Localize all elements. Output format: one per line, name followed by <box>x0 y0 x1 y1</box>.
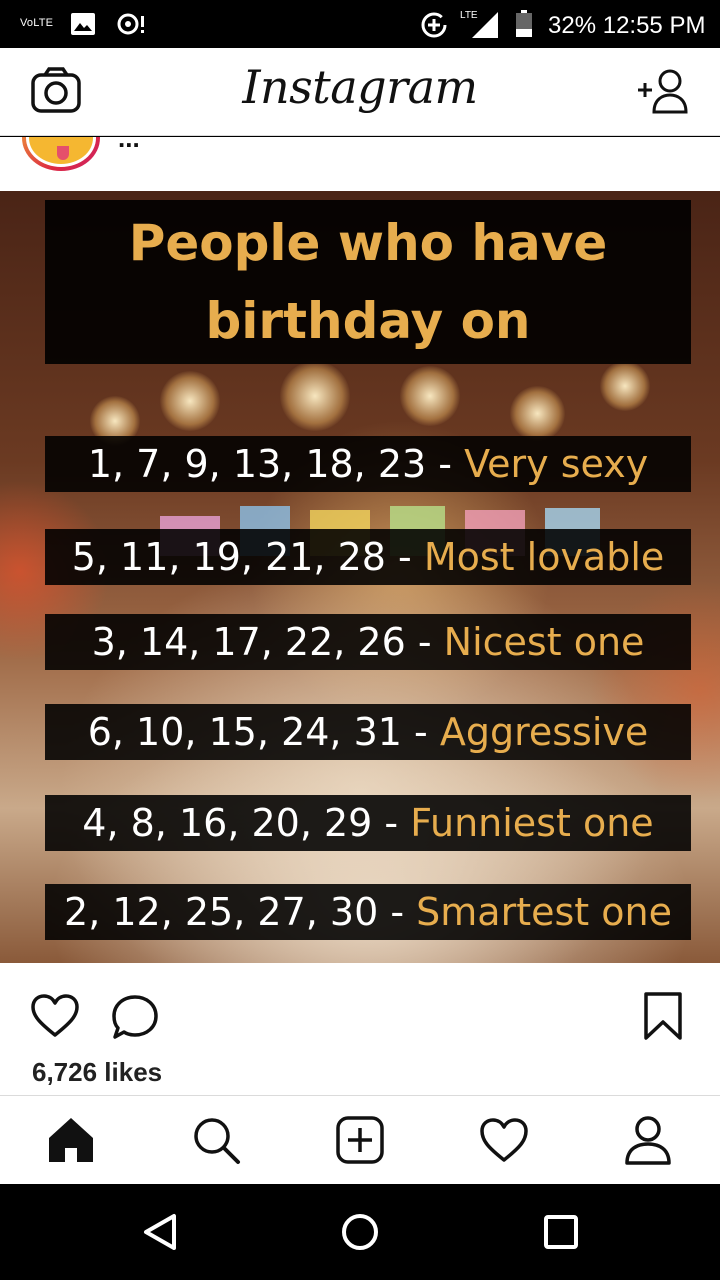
avatar[interactable] <box>22 137 100 171</box>
likes-count[interactable]: 6,726 likes <box>32 1057 162 1088</box>
image-title-box: People who have birthday on <box>45 200 691 364</box>
birthday-days: 2, 12, 25, 27, 30 <box>64 890 379 934</box>
lte-signal-icon: LTE <box>460 10 498 38</box>
gallery-notification-icon <box>71 13 95 35</box>
birthday-days: 3, 14, 17, 22, 26 <box>91 620 406 664</box>
row-separator: - <box>385 535 424 579</box>
birthday-days: 4, 8, 16, 20, 29 <box>82 801 373 845</box>
birthday-days: 5, 11, 19, 21, 28 <box>71 535 386 579</box>
status-battery-time: 32% 12:55 PM <box>548 12 705 40</box>
bookmark-icon[interactable] <box>642 991 684 1041</box>
row-separator: - <box>378 890 417 934</box>
image-title-line-1: People who have <box>128 214 608 272</box>
comment-icon[interactable] <box>110 993 160 1041</box>
birthday-trait: Smartest one <box>416 890 672 934</box>
post-header: ... <box>0 137 720 191</box>
birthday-trait: Funniest one <box>410 801 654 845</box>
app-logo: Instagram <box>242 60 478 114</box>
battery-icon <box>516 10 532 37</box>
bokeh-light <box>600 361 650 411</box>
post-image[interactable]: People who have birthday on 1, 7, 9, 13,… <box>0 191 720 963</box>
birthday-row: 4, 8, 16, 20, 29 - Funniest one <box>45 795 691 851</box>
image-title-line-2: birthday on <box>205 292 531 350</box>
app-header: Instagram <box>0 48 720 136</box>
data-saver-icon <box>421 12 447 38</box>
add-person-icon[interactable] <box>636 68 692 114</box>
bokeh-light <box>160 371 220 431</box>
row-separator: - <box>405 620 444 664</box>
bokeh-light <box>280 361 350 431</box>
post-username[interactable]: ... <box>118 137 140 154</box>
sync-notification-icon <box>117 13 144 35</box>
birthday-trait: Most lovable <box>423 535 665 579</box>
birthday-row: 3, 14, 17, 22, 26 - Nicest one <box>45 614 691 670</box>
home-icon[interactable] <box>45 1114 97 1166</box>
heart-icon[interactable] <box>30 993 80 1039</box>
volte-indicator: VoLTE <box>20 17 54 29</box>
clock: 12:55 PM <box>602 12 706 39</box>
birthday-days: 6, 10, 15, 24, 31 <box>87 710 402 754</box>
activity-heart-icon[interactable] <box>478 1114 530 1166</box>
bottom-tab-bar <box>0 1095 720 1184</box>
row-separator: - <box>401 710 440 754</box>
bokeh-light <box>400 366 460 426</box>
birthday-trait: Aggressive <box>439 710 649 754</box>
search-icon[interactable] <box>190 1114 242 1166</box>
row-separator: - <box>426 442 465 486</box>
lte-label: LTE <box>460 10 478 21</box>
back-icon[interactable] <box>140 1212 180 1252</box>
birthday-trait: Very sexy <box>464 442 649 486</box>
android-nav-bar <box>0 1184 720 1280</box>
home-circle-icon[interactable] <box>340 1212 380 1252</box>
birthday-days: 1, 7, 9, 13, 18, 23 <box>87 442 427 486</box>
birthday-trait: Nicest one <box>443 620 645 664</box>
birthday-row: 5, 11, 19, 21, 28 - Most lovable <box>45 529 691 585</box>
birthday-row: 6, 10, 15, 24, 31 - Aggressive <box>45 704 691 760</box>
bokeh-light <box>510 386 565 441</box>
battery-percent: 32% <box>548 12 597 39</box>
status-bar: VoLTE LTE 32% 12:55 PM <box>0 0 720 48</box>
profile-icon[interactable] <box>622 1114 674 1166</box>
birthday-row: 2, 12, 25, 27, 30 - Smartest one <box>45 884 691 940</box>
add-post-icon[interactable] <box>334 1114 386 1166</box>
row-separator: - <box>372 801 411 845</box>
birthday-row: 1, 7, 9, 13, 18, 23 - Very sexy <box>45 436 691 492</box>
recents-icon[interactable] <box>541 1212 581 1252</box>
post-actions: 6,726 likes <box>0 963 720 1095</box>
